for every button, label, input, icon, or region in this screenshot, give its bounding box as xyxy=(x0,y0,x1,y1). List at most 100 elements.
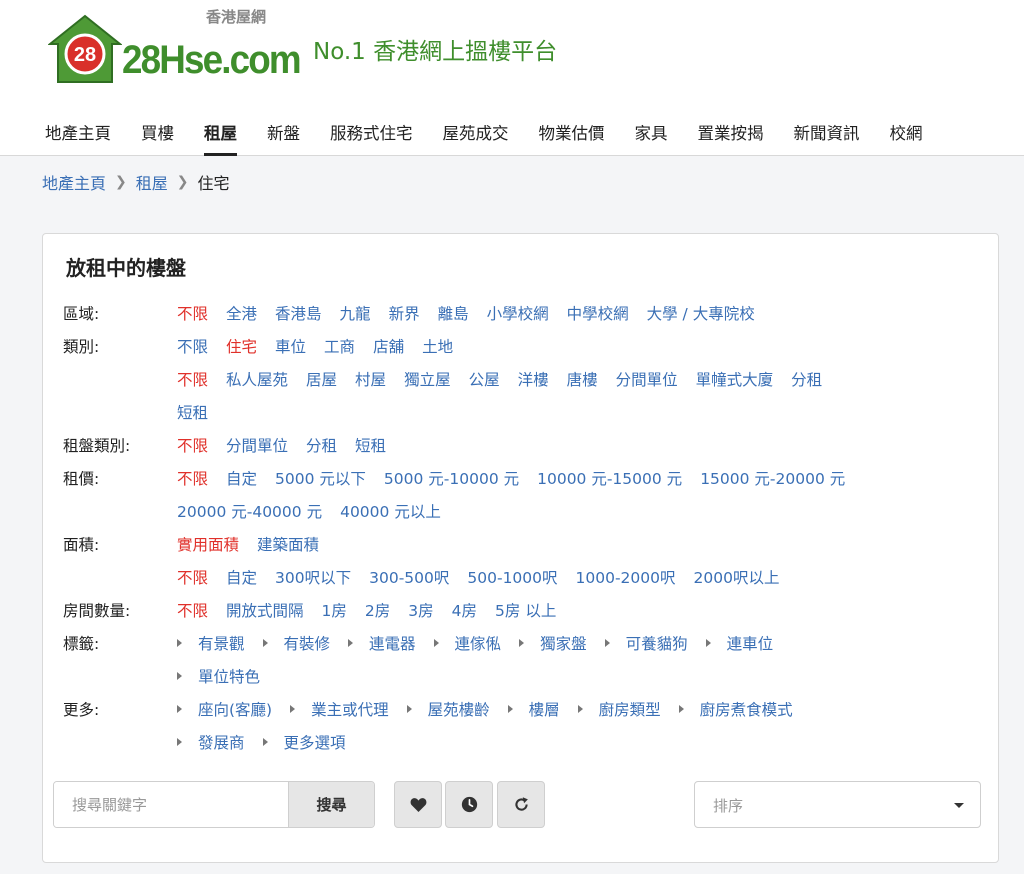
filter-option[interactable]: 短租 xyxy=(177,401,208,423)
filter-option[interactable]: 2000呎以上 xyxy=(694,566,780,588)
filter-option[interactable]: 不限 xyxy=(177,467,208,489)
filter-option[interactable]: 居屋 xyxy=(306,368,337,390)
filter-tag[interactable]: 連電器 xyxy=(348,632,416,654)
filter-option[interactable]: 不限 xyxy=(177,599,208,621)
nav-item[interactable]: 地產主頁 xyxy=(45,108,111,156)
filter-option[interactable]: 香港島 xyxy=(275,302,322,324)
filter-option[interactable]: 離島 xyxy=(438,302,469,324)
filter-option[interactable]: 300呎以下 xyxy=(275,566,351,588)
breadcrumb-rent[interactable]: 租屋 xyxy=(136,170,168,194)
filter-option[interactable]: 分租 xyxy=(791,368,822,390)
filter-option[interactable]: 自定 xyxy=(226,566,257,588)
filter-option[interactable]: 1000-2000呎 xyxy=(576,566,676,588)
site-logo[interactable]: 香港屋網 28 28Hse.com xyxy=(48,6,302,84)
filter-option[interactable]: 單幢式大廈 xyxy=(696,368,774,390)
logo-subtitle: 香港屋網 xyxy=(206,8,267,26)
filter-row-more: 更多: 座向(客廳) 業主或代理 屋苑樓齡 樓層 廚房類型 廚房煮食模式 xyxy=(63,698,811,720)
filter-tag[interactable]: 連傢俬 xyxy=(433,632,501,654)
main-nav: 地產主頁 買樓 租屋 新盤 服務式住宅 屋苑成交 物業估價 家具 置業按揭 新聞資訊 校網 xyxy=(45,108,953,156)
filter-option[interactable]: 500-1000呎 xyxy=(467,566,557,588)
filter-tag[interactable]: 有景觀 xyxy=(177,632,245,654)
filter-tag[interactable]: 廚房類型 xyxy=(577,698,661,720)
filter-option[interactable]: 分間單位 xyxy=(616,368,678,390)
filter-tag[interactable]: 單位特色 xyxy=(177,665,260,687)
nav-item[interactable]: 新聞資訊 xyxy=(794,108,860,156)
filter-option[interactable]: 建築面積 xyxy=(257,533,319,555)
filter-tag[interactable]: 可養貓狗 xyxy=(604,632,688,654)
filter-tag[interactable]: 樓層 xyxy=(507,698,560,720)
nav-item[interactable]: 服務式住宅 xyxy=(330,108,413,156)
filter-option[interactable]: 小學校網 xyxy=(487,302,549,324)
filter-option[interactable]: 不限 xyxy=(177,335,208,357)
sort-select[interactable]: 排序 xyxy=(694,781,981,828)
filter-option[interactable]: 5000 元以下 xyxy=(275,467,366,489)
filter-option[interactable]: 私人屋苑 xyxy=(226,368,288,390)
filter-option[interactable]: 分間單位 xyxy=(226,434,288,456)
filter-tag[interactable]: 連車位 xyxy=(705,632,773,654)
filter-option[interactable]: 店舖 xyxy=(373,335,404,357)
nav-item[interactable]: 物業估價 xyxy=(539,108,605,156)
filter-tag[interactable]: 更多選項 xyxy=(262,731,346,753)
filter-option[interactable]: 3房 xyxy=(408,599,433,621)
filter-option[interactable]: 5000 元-10000 元 xyxy=(384,467,519,489)
nav-item[interactable]: 家具 xyxy=(635,108,668,156)
filter-tag[interactable]: 業主或代理 xyxy=(290,698,389,720)
filter-option[interactable]: 10000 元-15000 元 xyxy=(537,467,682,489)
filter-option[interactable]: 2房 xyxy=(365,599,390,621)
filter-option[interactable]: 公屋 xyxy=(469,368,500,390)
filter-option[interactable]: 唐樓 xyxy=(567,368,598,390)
filter-option[interactable]: 九龍 xyxy=(340,302,371,324)
nav-item[interactable]: 買樓 xyxy=(141,108,174,156)
favorites-button[interactable] xyxy=(394,781,442,828)
search-button[interactable]: 搜尋 xyxy=(288,782,374,827)
filter-option[interactable]: 獨立屋 xyxy=(404,368,451,390)
filter-option[interactable]: 5房 以上 xyxy=(495,599,556,621)
filter-option[interactable]: 實用面積 xyxy=(177,533,239,555)
history-button[interactable] xyxy=(445,781,493,828)
filter-row-category-sub: 不限 私人屋苑 居屋 村屋 獨立屋 公屋 洋樓 唐樓 分間單位 單幢式大廈 分租 xyxy=(63,368,840,390)
nav-item[interactable]: 新盤 xyxy=(267,108,300,156)
filter-tag[interactable]: 獨家盤 xyxy=(519,632,587,654)
nav-item[interactable]: 校網 xyxy=(890,108,923,156)
filter-option[interactable]: 自定 xyxy=(226,467,257,489)
reset-button[interactable] xyxy=(497,781,545,828)
filter-option[interactable]: 住宅 xyxy=(226,335,257,357)
nav-item[interactable]: 置業按揭 xyxy=(698,108,764,156)
filter-option[interactable]: 1房 xyxy=(322,599,347,621)
filter-tag[interactable]: 發展商 xyxy=(177,731,245,753)
nav-item[interactable]: 屋苑成交 xyxy=(443,108,509,156)
filter-option[interactable]: 不限 xyxy=(177,302,208,324)
filter-option[interactable]: 中學校網 xyxy=(567,302,629,324)
filter-option[interactable]: 300-500呎 xyxy=(369,566,449,588)
sort-placeholder: 排序 xyxy=(713,797,744,815)
filter-option[interactable]: 大學 / 大專院校 xyxy=(647,302,755,324)
breadcrumb-home[interactable]: 地產主頁 xyxy=(42,170,106,194)
filter-option[interactable]: 開放式間隔 xyxy=(226,599,304,621)
filter-option[interactable]: 15000 元-20000 元 xyxy=(700,467,845,489)
filter-option[interactable]: 村屋 xyxy=(355,368,386,390)
filter-option[interactable]: 新界 xyxy=(389,302,420,324)
filter-option[interactable]: 車位 xyxy=(275,335,306,357)
filter-option[interactable]: 不限 xyxy=(177,566,208,588)
filter-option[interactable]: 土地 xyxy=(422,335,453,357)
filter-tag[interactable]: 有裝修 xyxy=(262,632,330,654)
nav-item[interactable]: 租屋 xyxy=(204,108,237,156)
filter-option[interactable]: 40000 元以上 xyxy=(340,500,441,522)
filter-tag-label: 更多選項 xyxy=(283,734,346,752)
filter-option[interactable]: 4房 xyxy=(452,599,477,621)
filter-tag[interactable]: 廚房煮食模式 xyxy=(678,698,793,720)
filter-row-region: 區域: 不限 全港 香港島 九龍 新界 離島 小學校網 中學校網 大學 / 大專院校 xyxy=(63,302,773,324)
search-input[interactable] xyxy=(54,782,288,827)
clock-icon xyxy=(461,796,477,813)
house-logo-icon: 28 xyxy=(48,14,122,83)
filter-option[interactable]: 分租 xyxy=(306,434,337,456)
filter-option[interactable]: 工商 xyxy=(324,335,355,357)
filter-tag[interactable]: 座向(客廳) xyxy=(177,698,272,720)
filter-option[interactable]: 20000 元-40000 元 xyxy=(177,500,322,522)
filter-option[interactable]: 不限 xyxy=(177,434,208,456)
filter-option[interactable]: 洋樓 xyxy=(518,368,549,390)
filter-tag[interactable]: 屋苑樓齡 xyxy=(406,698,490,720)
filter-option[interactable]: 短租 xyxy=(355,434,386,456)
filter-option[interactable]: 全港 xyxy=(226,302,257,324)
filter-option[interactable]: 不限 xyxy=(177,368,208,390)
